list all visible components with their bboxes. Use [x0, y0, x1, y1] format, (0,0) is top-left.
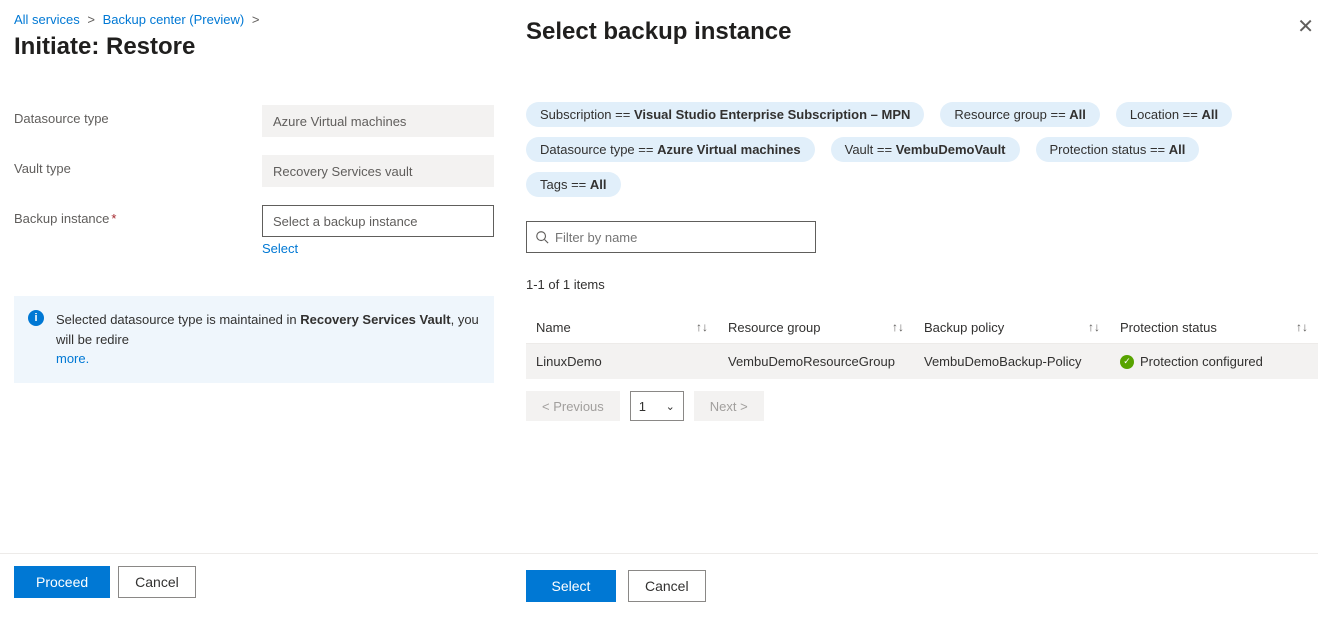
- breadcrumb-link-backup-center[interactable]: Backup center (Preview): [103, 12, 245, 27]
- sort-icon: ↑↓: [892, 320, 904, 334]
- breadcrumb-sep: >: [248, 12, 264, 27]
- chevron-down-icon: ⌄: [666, 400, 675, 413]
- prev-page-button[interactable]: < Previous: [526, 391, 620, 421]
- info-icon: i: [28, 310, 44, 326]
- items-count: 1-1 of 1 items: [526, 277, 1318, 292]
- select-link[interactable]: Select: [262, 241, 298, 256]
- select-button[interactable]: Select: [526, 570, 616, 602]
- label-datasource-type: Datasource type: [14, 105, 262, 126]
- col-resource-group[interactable]: Resource group↑↓: [718, 312, 914, 344]
- input-vault-type: Recovery Services vault: [262, 155, 494, 187]
- info-box: i Selected datasource type is maintained…: [14, 296, 494, 383]
- pill-datasource-type[interactable]: Datasource type == Azure Virtual machine…: [526, 137, 815, 162]
- pager: < Previous 1 ⌄ Next >: [526, 391, 1318, 421]
- filter-by-name-input[interactable]: [555, 230, 807, 245]
- page-title: Initiate: Restore: [14, 33, 494, 61]
- filter-input-wrap[interactable]: [526, 221, 816, 253]
- blade-title: Select backup instance: [526, 18, 1318, 46]
- breadcrumb-link-all-services[interactable]: All services: [14, 12, 80, 27]
- blade-cancel-button[interactable]: Cancel: [628, 570, 706, 602]
- col-backup-policy[interactable]: Backup policy↑↓: [914, 312, 1110, 344]
- check-icon: ✓: [1120, 355, 1134, 369]
- table-row[interactable]: LinuxDemo VembuDemoResourceGroup VembuDe…: [526, 344, 1318, 380]
- cell-name: LinuxDemo: [526, 344, 718, 380]
- cell-backup-policy: VembuDemoBackup-Policy: [914, 344, 1110, 380]
- col-name[interactable]: Name↑↓: [526, 312, 718, 344]
- instances-table: Name↑↓ Resource group↑↓ Backup policy↑↓ …: [526, 312, 1318, 379]
- proceed-button[interactable]: Proceed: [14, 566, 110, 598]
- pill-subscription[interactable]: Subscription == Visual Studio Enterprise…: [526, 102, 924, 127]
- pill-resource-group[interactable]: Resource group == All: [940, 102, 1100, 127]
- input-backup-instance[interactable]: Select a backup instance: [262, 205, 494, 237]
- close-icon[interactable]: ✕: [1293, 10, 1318, 43]
- pill-protection-status[interactable]: Protection status == All: [1036, 137, 1200, 162]
- learn-more-link[interactable]: more.: [56, 351, 89, 366]
- cell-resource-group: VembuDemoResourceGroup: [718, 344, 914, 380]
- page-select[interactable]: 1 ⌄: [630, 391, 684, 421]
- pill-tags[interactable]: Tags == All: [526, 172, 621, 197]
- next-page-button[interactable]: Next >: [694, 391, 764, 421]
- label-vault-type: Vault type: [14, 155, 262, 176]
- input-datasource-type: Azure Virtual machines: [262, 105, 494, 137]
- sort-icon: ↑↓: [696, 320, 708, 334]
- sort-icon: ↑↓: [1296, 320, 1308, 334]
- filter-pills: Subscription == Visual Studio Enterprise…: [526, 102, 1318, 197]
- breadcrumb-sep: >: [83, 12, 99, 27]
- cancel-button[interactable]: Cancel: [118, 566, 196, 598]
- breadcrumb: All services > Backup center (Preview) >: [14, 12, 494, 27]
- col-protection-status[interactable]: Protection status↑↓: [1110, 312, 1318, 344]
- sort-icon: ↑↓: [1088, 320, 1100, 334]
- label-backup-instance: Backup instance*: [14, 205, 262, 226]
- search-icon: [535, 230, 549, 244]
- cell-protection-status: ✓ Protection configured: [1110, 344, 1318, 380]
- pill-vault[interactable]: Vault == VembuDemoVault: [831, 137, 1020, 162]
- pill-location[interactable]: Location == All: [1116, 102, 1232, 127]
